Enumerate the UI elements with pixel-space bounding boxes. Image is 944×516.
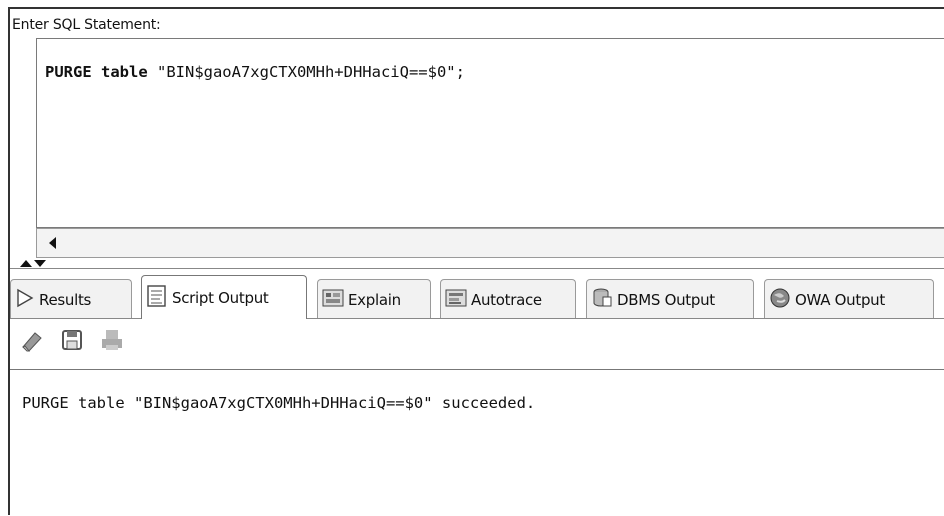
sql-statement-line[interactable]: PURGE table "BIN$gaoA7xgCTX0MHh+DHHaciQ=…: [45, 63, 465, 81]
output-message: PURGE table "BIN$gaoA7xgCTX0MHh+DHHaciQ=…: [22, 394, 536, 412]
tab-label: DBMS Output: [617, 290, 715, 309]
play-triangle-icon: [15, 288, 35, 312]
sql-statement-label: Enter SQL Statement:: [12, 17, 161, 33]
script-output-pane[interactable]: PURGE table "BIN$gaoA7xgCTX0MHh+DHHaciQ=…: [10, 369, 944, 516]
dbms-output-icon: [591, 287, 613, 313]
output-toolbar: [18, 328, 218, 358]
save-button[interactable]: [58, 328, 86, 356]
autotrace-icon: [445, 287, 467, 313]
tab-label: OWA Output: [795, 290, 885, 309]
owa-globe-icon: [769, 287, 791, 313]
arrow-down-icon[interactable]: [34, 260, 46, 267]
sql-keyword: PURGE table: [45, 63, 148, 81]
tab-script-output[interactable]: Script Output: [141, 275, 307, 319]
clear-button[interactable]: [18, 328, 46, 356]
splitter-divider[interactable]: [10, 268, 944, 269]
sql-identifier: "BIN$gaoA7xgCTX0MHh+DHHaciQ==$0";: [147, 63, 465, 81]
sql-editor[interactable]: PURGE table "BIN$gaoA7xgCTX0MHh+DHHaciQ=…: [36, 38, 944, 228]
tab-results[interactable]: Results: [10, 279, 132, 319]
eraser-icon: [19, 327, 45, 357]
horizontal-scrollbar[interactable]: [36, 228, 944, 258]
tab-owa-output[interactable]: OWA Output: [764, 279, 934, 319]
tab-label: Script Output: [172, 288, 269, 307]
tab-autotrace[interactable]: Autotrace: [440, 279, 576, 319]
scroll-left-arrow-icon[interactable]: [49, 237, 56, 249]
arrow-up-icon[interactable]: [20, 260, 32, 267]
save-disk-icon: [60, 328, 84, 356]
explain-plan-icon: [322, 287, 344, 313]
editor-gutter: [10, 38, 36, 228]
script-document-icon: [146, 284, 168, 312]
output-tabs: Results Script Output Explain Autotrace …: [10, 275, 944, 319]
tab-label: Results: [39, 290, 92, 309]
tab-label: Autotrace: [471, 290, 542, 309]
print-icon: [99, 327, 125, 357]
print-button[interactable]: [98, 328, 126, 356]
tab-explain[interactable]: Explain: [317, 279, 431, 319]
tab-dbms-output[interactable]: DBMS Output: [586, 279, 754, 319]
tab-label: Explain: [348, 290, 401, 309]
